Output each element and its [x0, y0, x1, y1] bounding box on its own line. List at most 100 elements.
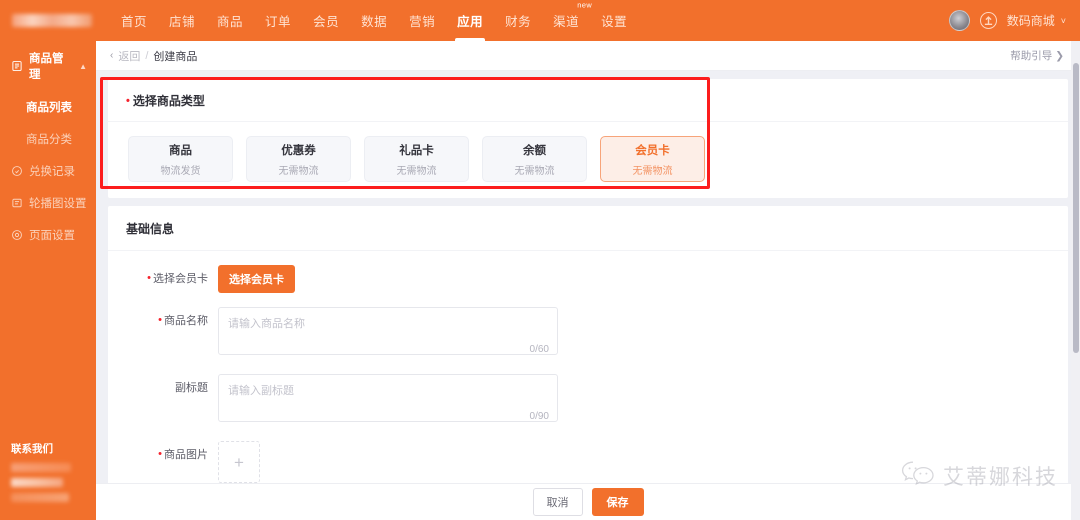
cancel-button[interactable]: 取消 [532, 488, 583, 516]
shop-name[interactable]: 数码商城 [1007, 12, 1055, 29]
select-member-card-button[interactable]: 选择会员卡 [218, 265, 295, 293]
top-right-controls: 数码商城 ˅ [948, 0, 1066, 41]
app-root: 首页 店铺 商品 订单 会员 数据 营销 应用 财务 渠道 new 设置 数码商… [0, 0, 1080, 520]
subtitle-label: 副标题 [175, 382, 208, 394]
nav-item-home[interactable]: 首页 [110, 0, 158, 41]
nav-label: 店铺 [169, 15, 196, 29]
sidebar-item-product-list[interactable]: 商品列表 [0, 91, 96, 123]
nav-item-products[interactable]: 商品 [206, 0, 254, 41]
contact-blurred-line [11, 463, 71, 472]
nav-label: 商品 [217, 15, 244, 29]
nav-item-settings[interactable]: 设置 [590, 0, 638, 41]
type-card-subtitle: 无需物流 [632, 165, 673, 177]
type-card-coupon[interactable]: 优惠券 无需物流 [246, 136, 351, 182]
nav-label: 渠道 [553, 15, 580, 29]
product-name-label-text: 商品名称 [164, 315, 208, 327]
type-card-gift-card[interactable]: 礼品卡 无需物流 [364, 136, 469, 182]
help-guide-link[interactable]: 帮助引导 ❯ [1010, 48, 1064, 63]
product-name-label: • 商品名称 [108, 307, 218, 328]
main-content: • 选择商品类型 商品 物流发货 优惠券 无需物流 礼品卡 无需物流 余额 无需物… [96, 71, 1080, 520]
nav-label: 财务 [505, 15, 532, 29]
required-mark: • [158, 448, 162, 460]
member-card-label: • 选择会员卡 [108, 265, 218, 286]
type-card-goods[interactable]: 商品 物流发货 [128, 136, 233, 182]
vertical-scrollbar[interactable] [1071, 41, 1080, 520]
brand-logo [12, 14, 92, 27]
sidebar-item-label: 兑换记录 [29, 166, 75, 178]
contact-title: 联系我们 [11, 443, 53, 455]
chevron-up-icon[interactable]: ▲ [79, 62, 87, 71]
nav-label: 首页 [121, 15, 148, 29]
sidebar-item-page-settings[interactable]: 页面设置 [0, 219, 96, 251]
sidebar-group-label: 商品管理 [29, 53, 64, 81]
exchange-icon [11, 165, 23, 177]
breadcrumb-back-link[interactable]: 返回 [118, 48, 140, 64]
type-card-title: 会员卡 [635, 144, 670, 157]
sidebar-item-label: 轮播图设置 [29, 198, 87, 210]
clipboard-icon [11, 60, 23, 72]
breadcrumb-current: 创建商品 [153, 50, 198, 63]
nav-label: 会员 [313, 15, 340, 29]
breadcrumb: ‹ 返回 / 创建商品 [110, 48, 197, 64]
type-card-balance[interactable]: 余额 无需物流 [482, 136, 587, 182]
nav-label: 应用 [457, 15, 484, 29]
nav-label: 设置 [601, 15, 628, 29]
form-row-subtitle: 副标题 0/90 [108, 374, 1068, 427]
required-mark: • [147, 272, 151, 284]
nav-label: 订单 [265, 15, 292, 29]
avatar[interactable] [948, 10, 970, 31]
sidebar-item-label: 商品分类 [26, 134, 72, 146]
nav-item-marketing[interactable]: 营销 [398, 0, 446, 41]
product-name-field-wrap: 0/60 [218, 307, 558, 360]
form-row-member-card: • 选择会员卡 选择会员卡 [108, 265, 1068, 293]
plus-icon: + [234, 452, 244, 472]
type-card-title: 礼品卡 [399, 144, 434, 157]
subtitle-field-wrap: 0/90 [218, 374, 558, 427]
type-card-subtitle: 无需物流 [396, 165, 437, 177]
product-image-label-text: 商品图片 [164, 449, 208, 461]
watermark-text: 艾蒂娜科技 [943, 466, 1058, 489]
sidebar-item-exchange-records[interactable]: 兑换记录 [0, 155, 96, 187]
page-settings-icon [11, 229, 23, 241]
member-card-label-text: 选择会员卡 [153, 273, 208, 285]
nav-item-data[interactable]: 数据 [350, 0, 398, 41]
type-card-membership-card[interactable]: 会员卡 无需物流 [600, 136, 705, 182]
nav-item-orders[interactable]: 订单 [254, 0, 302, 41]
nav-item-members[interactable]: 会员 [302, 0, 350, 41]
subtitle-counter: 0/90 [529, 411, 549, 422]
breadcrumb-separator: / [145, 49, 149, 62]
main-nav: 首页 店铺 商品 订单 会员 数据 营销 应用 财务 渠道 new 设置 [110, 0, 638, 41]
nav-label: 营销 [409, 15, 436, 29]
upload-icon[interactable] [979, 12, 997, 29]
sidebar-item-label: 页面设置 [29, 230, 75, 242]
nav-item-store[interactable]: 店铺 [158, 0, 206, 41]
product-image-label: • 商品图片 [108, 441, 218, 462]
back-arrow-icon[interactable]: ‹ [110, 50, 113, 61]
nav-item-apps[interactable]: 应用 [446, 0, 494, 41]
contact-blurred-line [11, 493, 69, 502]
product-type-title-text: 选择商品类型 [132, 94, 205, 108]
product-type-panel: • 选择商品类型 商品 物流发货 优惠券 无需物流 礼品卡 无需物流 余额 无需物… [108, 79, 1068, 198]
sidebar-group-product-management[interactable]: 商品管理 ▲ [0, 41, 96, 91]
base-info-title: 基础信息 [108, 206, 1068, 251]
form-row-product-name: •商品名称 0/60 [108, 307, 1068, 360]
sidebar-item-product-category[interactable]: 商品分类 [0, 123, 96, 155]
sidebar-item-carousel-settings[interactable]: 轮播图设置 [0, 187, 96, 219]
sidebar-contact-us: 联系我们 [0, 441, 96, 508]
required-mark: • [126, 95, 130, 107]
product-image-upload-button[interactable]: + [218, 441, 260, 483]
nav-item-channels[interactable]: 渠道 new [542, 0, 592, 41]
chevron-down-icon[interactable]: ˅ [1061, 16, 1066, 26]
scrollbar-thumb[interactable] [1073, 63, 1079, 353]
save-button[interactable]: 保存 [591, 488, 644, 516]
contact-blurred-line [11, 478, 63, 487]
subtitle-input[interactable] [218, 374, 558, 422]
sidebar: 商品管理 ▲ 商品列表 商品分类 兑换记录 轮播图设置 页面设置 联系我们 [0, 41, 96, 520]
nav-label: 数据 [361, 15, 388, 29]
breadcrumb-bar: ‹ 返回 / 创建商品 帮助引导 ❯ [96, 41, 1080, 71]
product-name-input[interactable] [218, 307, 558, 355]
nav-item-finance[interactable]: 财务 [494, 0, 542, 41]
carousel-icon [11, 197, 23, 209]
wechat-bubbles-icon [901, 460, 935, 492]
type-card-title: 商品 [169, 144, 192, 157]
